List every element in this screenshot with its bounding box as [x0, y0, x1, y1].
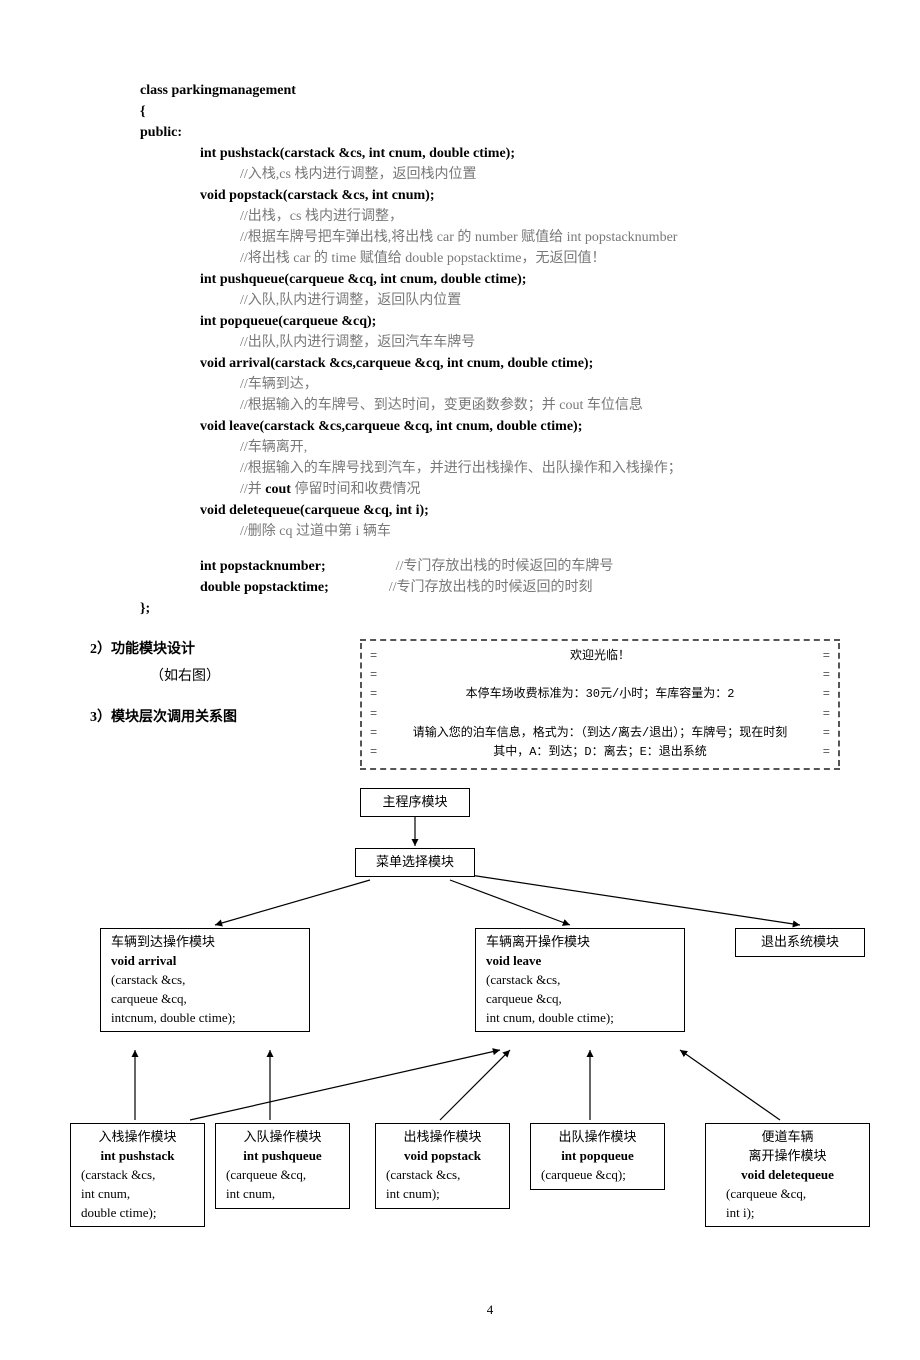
code-line: class parkingmanagement [140, 80, 840, 101]
welcome-box: =欢迎光临！= = = =本停车场收费标准为：30元/小时；车库容量为：2= =… [360, 639, 840, 770]
code-block: class parkingmanagement { public: int pu… [140, 80, 840, 619]
node-pushqueue: 入队操作模块 int pushqueue (carqueue &cq, int … [215, 1123, 350, 1208]
code-comment: //入栈,cs 栈内进行调整，返回栈内位置 [140, 164, 840, 185]
code-line: { [140, 101, 840, 122]
welcome-line-2: 本停车场收费标准为：30元/小时；车库容量为：2 [466, 687, 735, 701]
code-comment: //并 cout 停留时间和收费情况 [140, 479, 840, 500]
code-line: int pushqueue(carqueue &cq, int cnum, do… [140, 269, 840, 290]
code-line: int pushstack(carstack &cs, int cnum, do… [140, 143, 840, 164]
module-hierarchy-diagram: 主程序模块 菜单选择模块 车辆到达操作模块 void arrival (cars… [80, 780, 920, 1260]
code-comment: //根据输入的车牌号、到达时间，变更函数参数；并 cout 车位信息 [140, 395, 840, 416]
code-comment: //出队,队内进行调整，返回汽车车牌号 [140, 332, 840, 353]
code-line: }; [140, 598, 840, 619]
node-exit: 退出系统模块 [735, 928, 865, 957]
node-leave: 车辆离开操作模块 void leave (carstack &cs, carqu… [475, 928, 685, 1032]
node-deletequeue: 便道车辆 离开操作模块 void deletequeue (carqueue &… [705, 1123, 870, 1227]
code-line: void leave(carstack &cs,carqueue &cq, in… [140, 416, 840, 437]
node-popqueue: 出队操作模块 int popqueue (carqueue &cq); [530, 1123, 665, 1190]
code-comment: //删除 cq 过道中第 i 辆车 [140, 521, 840, 542]
node-arrival: 车辆到达操作模块 void arrival (carstack &cs, car… [100, 928, 310, 1032]
code-comment: //车辆离开, [140, 437, 840, 458]
welcome-line-1: 欢迎光临！ [570, 649, 630, 663]
node-main: 主程序模块 [360, 788, 470, 817]
code-comment: //将出栈 car 的 time 赋值给 double popstacktime… [140, 248, 840, 269]
code-comment: //出栈，cs 栈内进行调整， [140, 206, 840, 227]
welcome-line-3: 请输入您的泊车信息，格式为：（到达/离去/退出）；车牌号；现在时刻 [413, 726, 787, 740]
code-comment: //根据车牌号把车弹出栈,将出栈 car 的 number 赋值给 int po… [140, 227, 840, 248]
code-line: int popstacknumber;//专门存放出栈的时候返回的车牌号 [140, 556, 840, 577]
code-line: public: [140, 122, 840, 143]
code-line: int popqueue(carqueue &cq); [140, 311, 840, 332]
node-pushstack: 入栈操作模块 int pushstack (carstack &cs, int … [70, 1123, 205, 1227]
page-number: 4 [140, 1300, 840, 1320]
design-row: 2）功能模块设计 （如右图） 3）模块层次调用关系图 =欢迎光临！= = = =… [140, 639, 840, 770]
section-2-title: 2）功能模块设计 [90, 639, 340, 660]
node-menu: 菜单选择模块 [355, 848, 475, 877]
section-3-title: 3）模块层次调用关系图 [90, 707, 340, 728]
code-line: double popstacktime;//专门存放出栈的时候返回的时刻 [140, 577, 840, 598]
code-line: void arrival(carstack &cs,carqueue &cq, … [140, 353, 840, 374]
code-comment: //根据输入的车牌号找到汽车，并进行出栈操作、出队操作和入栈操作； [140, 458, 840, 479]
node-popstack: 出栈操作模块 void popstack (carstack &cs, int … [375, 1123, 510, 1208]
section-2-sub: （如右图） [90, 666, 340, 687]
code-line: void deletequeue(carqueue &cq, int i); [140, 500, 840, 521]
code-comment: //车辆到达， [140, 374, 840, 395]
code-comment: //入队,队内进行调整，返回队内位置 [140, 290, 840, 311]
code-line: void popstack(carstack &cs, int cnum); [140, 185, 840, 206]
welcome-line-4: 其中，A：到达；D：离去；E：退出系统 [493, 745, 707, 759]
